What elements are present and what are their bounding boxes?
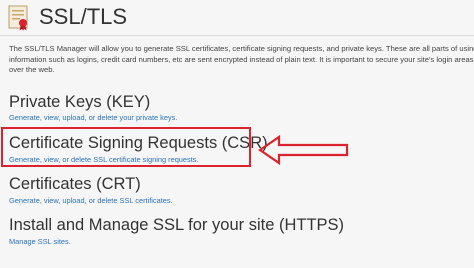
intro-line: The SSL/TLS Manager will allow you to ge… bbox=[9, 44, 474, 53]
certificates-link[interactable]: Generate, view, upload, or delete SSL ce… bbox=[9, 196, 173, 206]
csr-highlight-box bbox=[1, 127, 251, 167]
certificate-icon bbox=[8, 5, 28, 31]
intro-line: over the web. bbox=[9, 65, 55, 75]
intro-text: The SSL/TLS Manager will allow you to ge… bbox=[9, 44, 474, 76]
section-title-private-keys: Private Keys (KEY) bbox=[9, 93, 151, 111]
page-title: SSL/TLS bbox=[39, 4, 128, 29]
intro-line: information such as logins, credit card … bbox=[9, 54, 474, 64]
section-title-certificates: Certificates (CRT) bbox=[9, 175, 141, 193]
section-title-install-ssl: Install and Manage SSL for your site (HT… bbox=[9, 216, 345, 234]
left-arrow-annotation-icon bbox=[258, 134, 349, 166]
header-divider bbox=[0, 35, 474, 36]
page-header: SSL/TLS bbox=[0, 0, 474, 36]
private-keys-link[interactable]: Generate, view, upload, or delete your p… bbox=[9, 113, 177, 123]
manage-ssl-sites-link[interactable]: Manage SSL sites. bbox=[9, 237, 71, 247]
